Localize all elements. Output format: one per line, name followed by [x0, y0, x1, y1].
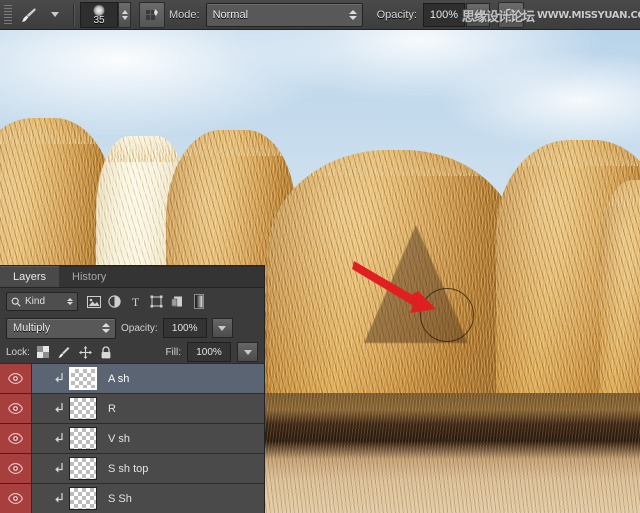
chevron-down-icon[interactable]: [42, 3, 68, 27]
tab-history[interactable]: History: [59, 267, 120, 287]
search-icon: [11, 297, 21, 307]
layer-row[interactable]: S sh top: [0, 454, 264, 484]
lock-label: Lock:: [6, 346, 30, 358]
layers-panel: Layers History Kind T Multiply Opacity: …: [0, 265, 265, 513]
chevron-updown-icon: [67, 298, 73, 305]
layer-row[interactable]: S Sh: [0, 484, 264, 513]
clipping-mask-icon: [32, 372, 69, 385]
layer-row[interactable]: A sh: [0, 364, 264, 394]
layer-thumbnail[interactable]: [69, 487, 97, 510]
layer-blend-mode-value: Multiply: [13, 322, 51, 334]
layer-fill-value: 100%: [196, 346, 222, 358]
layer-blend-mode-select[interactable]: Multiply: [6, 317, 116, 339]
lock-all-icon[interactable]: [99, 345, 114, 360]
type-layer-filter-icon[interactable]: T: [125, 292, 146, 311]
chevron-updown-icon: [102, 323, 115, 333]
brush-size-value: 35: [93, 14, 105, 26]
layer-thumbnail[interactable]: [69, 457, 97, 480]
layer-visibility-toggle[interactable]: [0, 424, 32, 453]
fill-label: Fill:: [165, 346, 181, 358]
lock-image-pixels-icon[interactable]: [57, 345, 72, 360]
brush-icon[interactable]: [16, 3, 42, 27]
layer-visibility-toggle[interactable]: [0, 454, 32, 483]
layer-visibility-toggle[interactable]: [0, 484, 32, 513]
layer-opacity-label: Opacity:: [121, 322, 158, 334]
clipping-mask-icon: [32, 462, 69, 475]
svg-text:T: T: [132, 295, 140, 308]
watermark-chinese: 思缘设计论坛: [462, 9, 535, 25]
layer-opacity-value: 100%: [171, 322, 198, 334]
opacity-value: 100%: [429, 8, 458, 21]
lock-position-icon[interactable]: [78, 345, 93, 360]
layer-row[interactable]: R: [0, 394, 264, 424]
layer-name[interactable]: V sh: [108, 433, 130, 445]
layer-name[interactable]: R: [108, 403, 116, 415]
layer-name[interactable]: S sh top: [108, 463, 148, 475]
brush-size-preset[interactable]: 35: [80, 1, 118, 28]
layer-row[interactable]: V sh: [0, 424, 264, 454]
clipping-mask-icon: [32, 492, 69, 505]
layer-filter-row: Kind T: [0, 288, 264, 315]
clipping-mask-icon: [32, 402, 69, 415]
layer-list[interactable]: A sh R V sh S sh top S Sh: [0, 364, 264, 513]
options-bar: 35 Mode: Normal Opacity: 100% 思缘设计论坛 WWW…: [0, 0, 640, 30]
brush-size-stepper[interactable]: [118, 1, 131, 28]
tab-bar-filler: [119, 267, 264, 287]
layer-opacity-dropdown-icon[interactable]: [211, 318, 233, 338]
watermark-url: WWW.MISSYUAN.COM: [537, 9, 640, 21]
tab-layers[interactable]: Layers: [0, 266, 60, 287]
panel-tab-bar: Layers History: [0, 266, 264, 288]
layer-name[interactable]: S Sh: [108, 493, 132, 505]
smart-object-filter-icon[interactable]: [167, 292, 188, 311]
layer-opacity-input[interactable]: 100%: [162, 318, 207, 338]
layer-thumbnail[interactable]: [69, 397, 97, 420]
layer-visibility-toggle[interactable]: [0, 394, 32, 423]
chevron-updown-icon: [348, 9, 362, 20]
layer-visibility-toggle[interactable]: [0, 364, 32, 393]
layer-fill-dropdown-icon[interactable]: [237, 342, 258, 362]
layer-filter-kind-label: Kind: [25, 296, 46, 307]
layer-thumbnail[interactable]: [69, 427, 97, 450]
red-arrow-annotation: [352, 261, 436, 313]
lock-transparency-icon[interactable]: [36, 345, 51, 360]
blend-mode-select[interactable]: Normal: [205, 2, 363, 27]
clipping-mask-icon: [32, 432, 69, 445]
layer-name[interactable]: A sh: [108, 373, 129, 385]
brush-panel-icon[interactable]: [139, 1, 165, 28]
blend-mode-value: Normal: [212, 8, 249, 21]
watermark: 思缘设计论坛 WWW.MISSYUAN.COM: [462, 2, 640, 28]
mode-label: Mode:: [169, 8, 200, 21]
pixel-layer-filter-icon[interactable]: [83, 292, 104, 311]
adjustment-layer-filter-icon[interactable]: [104, 292, 125, 311]
layer-lock-row: Lock: Fill: 100%: [0, 341, 264, 364]
layer-thumbnail[interactable]: [69, 367, 97, 390]
filter-toggle-icon[interactable]: [188, 292, 209, 311]
layer-blend-row: Multiply Opacity: 100%: [0, 315, 264, 341]
divider: [73, 3, 75, 26]
layer-fill-input[interactable]: 100%: [187, 342, 231, 362]
photoshop-window: 35 Mode: Normal Opacity: 100% 思缘设计论坛 WWW…: [0, 0, 640, 513]
opacity-label: Opacity:: [376, 8, 417, 21]
layer-filter-kind-select[interactable]: Kind: [6, 292, 78, 311]
options-bar-grip[interactable]: [4, 4, 12, 25]
shape-layer-filter-icon[interactable]: [146, 292, 167, 311]
opacity-input[interactable]: 100%: [422, 2, 465, 27]
